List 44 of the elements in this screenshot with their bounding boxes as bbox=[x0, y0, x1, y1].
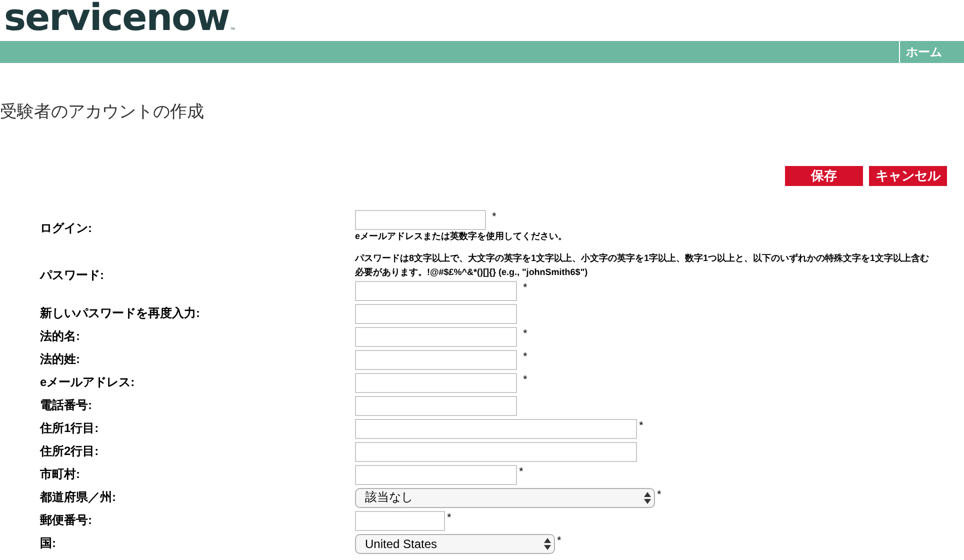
input-field[interactable] bbox=[355, 396, 517, 416]
required-mark: * bbox=[519, 466, 524, 478]
input-field[interactable] bbox=[355, 280, 517, 300]
field-label: 市町村: bbox=[40, 466, 80, 483]
field-label: ログイン: bbox=[40, 220, 92, 237]
required-mark: * bbox=[639, 420, 644, 432]
input-field[interactable] bbox=[355, 372, 517, 392]
required-mark: * bbox=[492, 211, 496, 223]
dropdown-arrows-icon bbox=[644, 492, 651, 504]
input-field[interactable] bbox=[355, 510, 445, 530]
page-title: 受験者のアカウントの作成 bbox=[0, 101, 205, 123]
required-mark: * bbox=[447, 512, 452, 524]
field-label: パスワード: bbox=[40, 267, 104, 284]
action-button[interactable]: 保存 bbox=[785, 166, 863, 186]
hint-text: eメールアドレスまたは英数字を使用してください。 bbox=[355, 230, 568, 243]
field-label: 法的姓: bbox=[40, 351, 80, 368]
input-field[interactable] bbox=[355, 210, 486, 230]
logo: servicenow bbox=[4, 0, 230, 36]
required-mark: * bbox=[557, 535, 562, 547]
field-label: 都道府県／州: bbox=[40, 489, 116, 506]
input-field[interactable] bbox=[355, 326, 517, 346]
dropdown[interactable]: United States bbox=[355, 534, 555, 554]
field-label: eメールアドレス: bbox=[40, 374, 135, 391]
input-field[interactable] bbox=[355, 418, 637, 438]
action-button[interactable]: キャンセル bbox=[869, 166, 947, 186]
hint-text: パスワードは8文字以上で、大文字の英字を1文字以上、小文字の英字を1字以上、数字1つ以上と、以下のいずれかの特殊文字を1文字以上含む必要があります。!@#$£%^&*()[]{} (e.g., "johnSmith6$") bbox=[355, 252, 930, 279]
field-label: 郵便番号: bbox=[40, 512, 92, 529]
input-field[interactable] bbox=[355, 442, 637, 462]
dropdown-arrows-icon bbox=[544, 538, 551, 550]
required-mark: * bbox=[657, 489, 662, 501]
input-field[interactable] bbox=[355, 304, 517, 324]
field-label: 住所1行目: bbox=[40, 420, 99, 437]
field-label: 国: bbox=[40, 535, 56, 552]
field-label: 法的名: bbox=[40, 328, 80, 345]
required-mark: * bbox=[523, 328, 528, 340]
input-field[interactable] bbox=[355, 464, 517, 484]
field-label: 住所2行目: bbox=[40, 443, 99, 460]
field-label: 新しいパスワードを再度入力: bbox=[40, 305, 200, 322]
required-mark: * bbox=[523, 374, 528, 386]
required-mark: * bbox=[523, 282, 528, 294]
input-field[interactable] bbox=[355, 350, 517, 370]
required-mark: * bbox=[523, 351, 528, 363]
dropdown[interactable]: 該当なし bbox=[355, 488, 655, 508]
field-label: 電話番号: bbox=[40, 397, 92, 414]
